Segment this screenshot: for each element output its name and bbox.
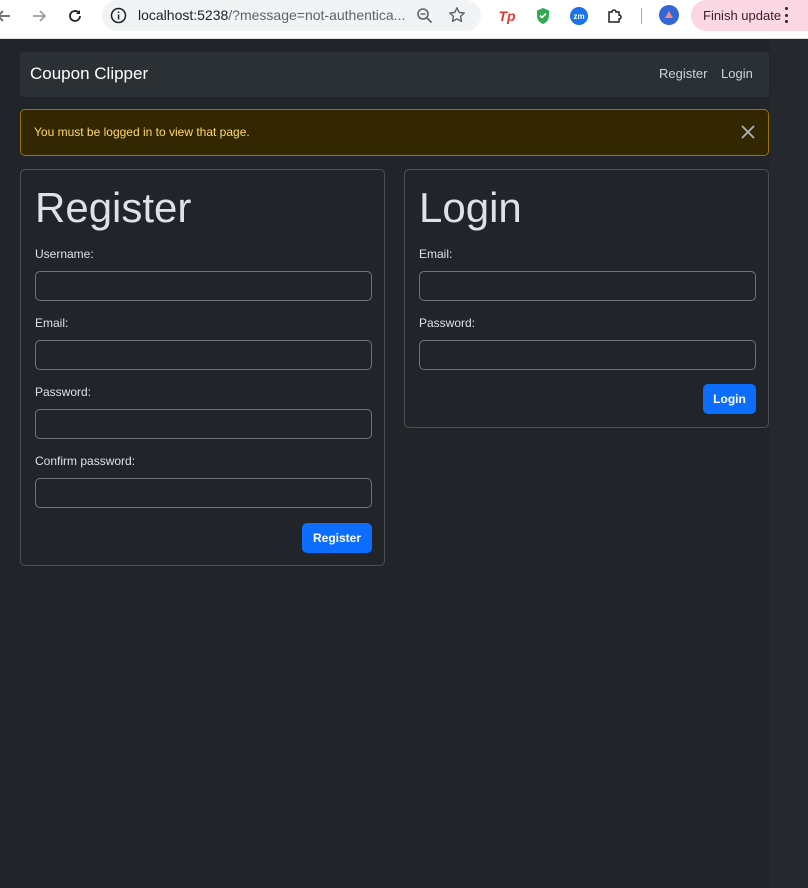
register-email-label: Email: xyxy=(35,316,69,330)
back-arrow-icon[interactable] xyxy=(0,4,16,28)
url-text[interactable]: localhost:5238/?message=not-authentica..… xyxy=(138,7,405,23)
register-email-input[interactable] xyxy=(35,340,372,370)
login-button[interactable]: Login xyxy=(703,384,756,414)
tp-extension-icon[interactable]: Tp xyxy=(497,6,517,26)
close-icon[interactable] xyxy=(741,125,755,139)
reload-icon[interactable] xyxy=(63,4,87,28)
login-card: Login Email: Password: Login xyxy=(404,169,769,428)
login-password-label: Password: xyxy=(419,316,476,330)
site-info-icon[interactable] xyxy=(110,7,127,24)
address-bar[interactable]: localhost:5238/?message=not-authentica..… xyxy=(102,0,481,31)
username-label: Username: xyxy=(35,247,94,261)
finish-update-label: Finish update xyxy=(703,8,782,23)
register-password-label: Password: xyxy=(35,385,92,399)
login-password-input[interactable] xyxy=(419,340,756,370)
app-navbar: Coupon Clipper Register Login xyxy=(20,52,769,97)
zoom-icon[interactable] xyxy=(416,7,433,24)
toolbar-divider xyxy=(641,8,642,24)
zm-extension-label: zm xyxy=(570,7,588,25)
url-host: localhost:5238 xyxy=(138,7,229,23)
scroll-gutter xyxy=(770,39,808,888)
register-password-input[interactable] xyxy=(35,409,372,439)
browser-toolbar: localhost:5238/?message=not-authentica..… xyxy=(0,0,808,39)
confirm-password-label: Confirm password: xyxy=(35,454,136,468)
nav-register-link[interactable]: Register xyxy=(659,66,707,81)
puzzle-extensions-icon[interactable] xyxy=(605,6,625,26)
register-card: Register Username: Email: Password: Conf… xyxy=(20,169,385,566)
url-path: /?message=not-authentica... xyxy=(228,7,406,23)
login-email-label: Email: xyxy=(419,247,453,261)
shield-extension-icon[interactable] xyxy=(533,6,553,26)
username-input[interactable] xyxy=(35,271,372,301)
tp-extension-label: Tp xyxy=(498,8,516,24)
warning-alert: You must be logged in to view that page. xyxy=(20,109,769,156)
finish-update-button[interactable]: Finish update xyxy=(691,0,808,31)
login-title: Login xyxy=(419,184,522,231)
forward-arrow-icon[interactable] xyxy=(27,4,51,28)
login-email-input[interactable] xyxy=(419,271,756,301)
profile-avatar-icon[interactable] xyxy=(659,5,679,25)
zm-extension-icon[interactable]: zm xyxy=(569,6,589,26)
bookmark-star-icon[interactable] xyxy=(448,6,466,24)
confirm-password-input[interactable] xyxy=(35,478,372,508)
brand-link[interactable]: Coupon Clipper xyxy=(30,64,148,84)
register-title: Register xyxy=(35,184,192,231)
register-button[interactable]: Register xyxy=(302,523,372,553)
nav-login-link[interactable]: Login xyxy=(721,66,753,81)
menu-dots-icon[interactable] xyxy=(783,7,789,23)
alert-message: You must be logged in to view that page. xyxy=(34,125,250,139)
